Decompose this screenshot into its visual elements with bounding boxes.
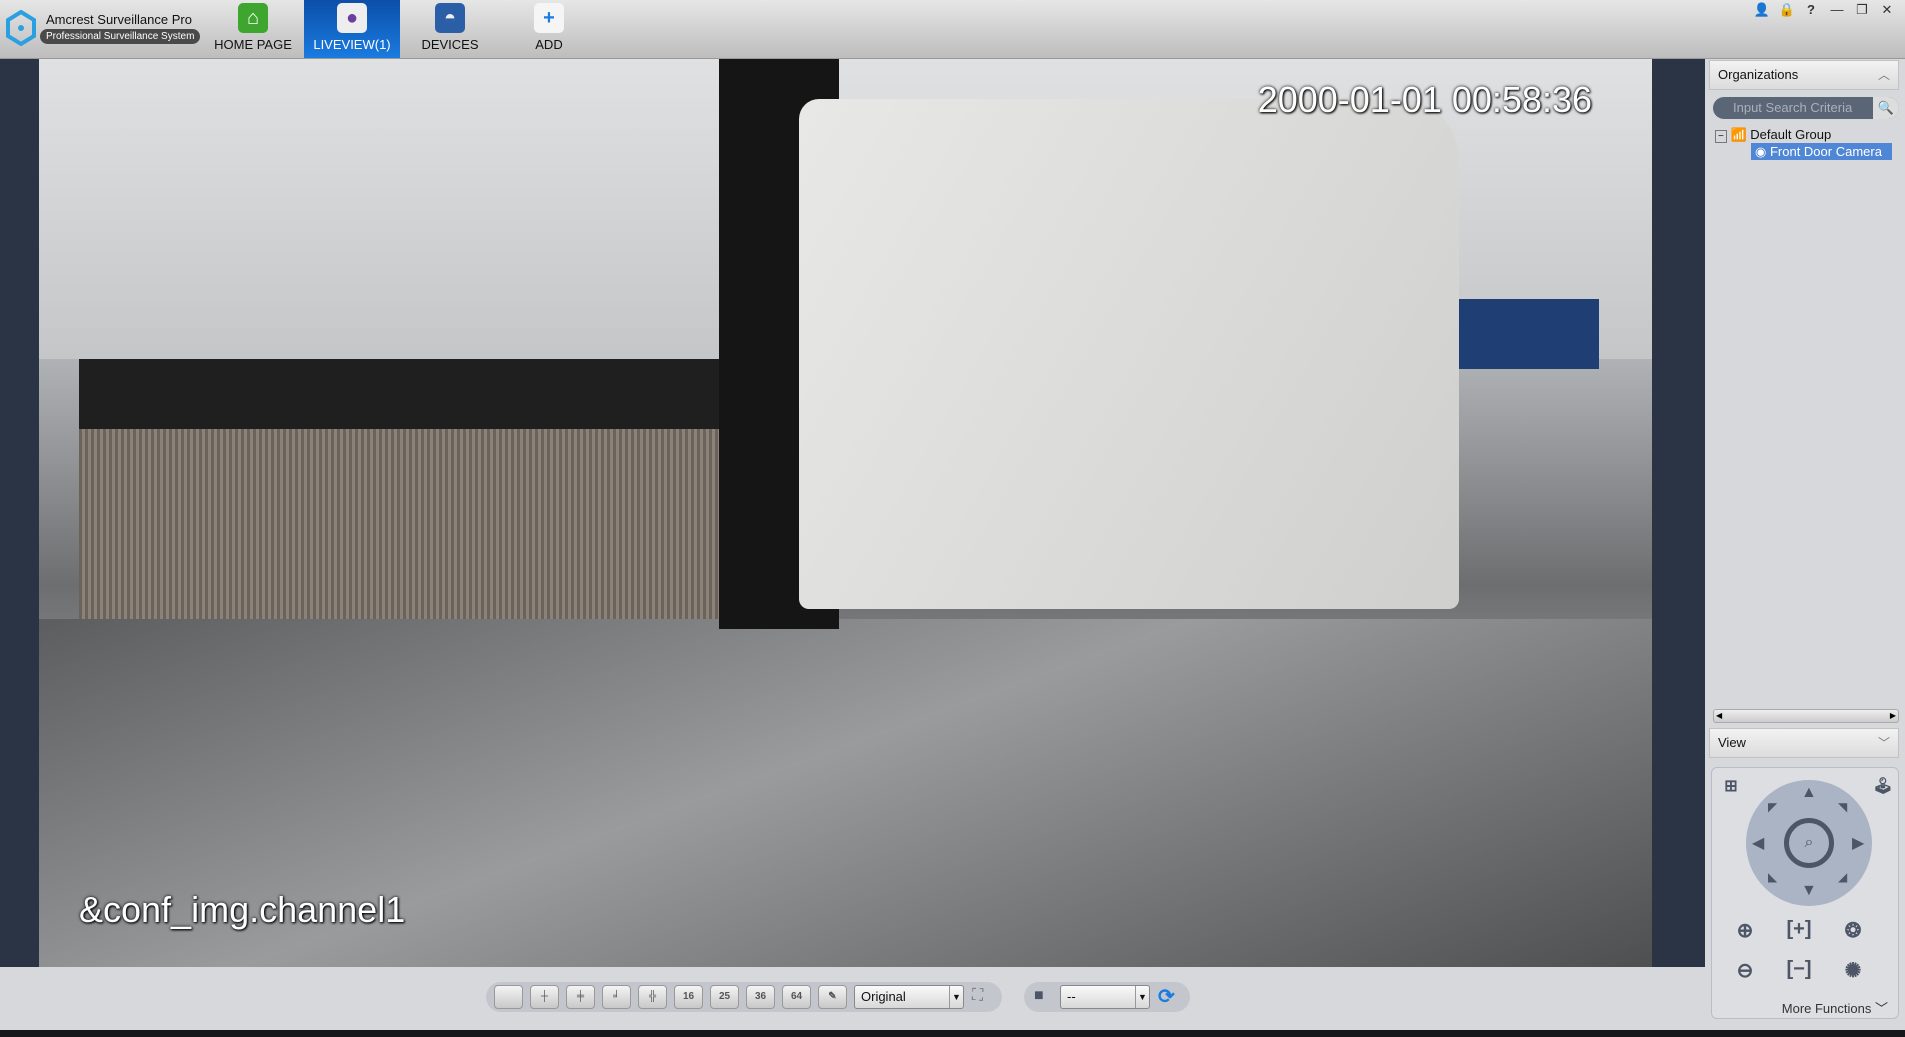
tab-liveview[interactable]: ● LIVEVIEW(1) — [304, 0, 400, 58]
chevron-down-icon: ﹀ — [1877, 736, 1890, 750]
title-bar: Amcrest Surveillance Pro Professional Su… — [0, 0, 1905, 59]
more-functions-button[interactable]: More Functions ﹀ — [1782, 998, 1888, 1017]
video-area: 2000-01-01 00:58:36 &conf_img.channel1 — [0, 59, 1705, 967]
tab-devices[interactable]: ◓ DEVICES — [402, 0, 498, 58]
save-view-icon[interactable]: ■ — [1034, 987, 1044, 1005]
joystick-icon[interactable]: 🕹 — [1870, 776, 1896, 796]
group-icon: 📶 — [1730, 127, 1747, 142]
layout-25-button[interactable]: 25 — [710, 985, 739, 1009]
video-timestamp: 2000-01-01 00:58:36 — [1257, 79, 1592, 120]
layout-1-button[interactable] — [494, 985, 523, 1009]
status-strip — [0, 1030, 1905, 1037]
user-icon[interactable]: 👤 — [1752, 2, 1772, 18]
layout-8-button[interactable]: ╛ — [602, 985, 631, 1009]
ptz-direction-pad: ▲ ▼ ◀ ▶ ◤ ◥ ◣ ◢ ⌕ — [1746, 780, 1872, 906]
ptz-control: ⊞ 🕹 ▲ ▼ ◀ ▶ ◤ ◥ ◣ ◢ ⌕ ⊕ [+] ❂ ⊖ [−] ✺ Mo… — [1711, 767, 1899, 1019]
camera-online-icon: ◉ — [1755, 144, 1767, 159]
pan-right-icon[interactable]: ▶ — [1852, 833, 1864, 853]
pan-down-icon[interactable]: ▼ — [1801, 882, 1817, 900]
dropdown-arrow-icon: ▼ — [949, 986, 963, 1008]
layout-4-button[interactable]: ┼ — [530, 985, 559, 1009]
layout-group: ┼ ╪ ╛ ╬ 16 25 36 64 ✎ Original ▼ ⛶ — [486, 982, 1002, 1012]
pan-up-left-icon[interactable]: ◤ — [1768, 800, 1777, 814]
bottom-toolbar: ┼ ╪ ╛ ╬ 16 25 36 64 ✎ Original ▼ ⛶ ■ -- ▼ … — [0, 967, 1705, 1030]
chevron-up-icon: ︿ — [1877, 68, 1890, 82]
search-input[interactable]: Input Search Criteria 🔍 — [1713, 97, 1899, 119]
tree-group-default[interactable]: − 📶 Default Group — [1715, 127, 1831, 143]
minimize-icon[interactable]: — — [1827, 2, 1847, 17]
layout-9-button[interactable]: ╬ — [638, 985, 667, 1009]
search-icon[interactable]: 🔍 — [1873, 97, 1899, 119]
fullscreen-icon[interactable]: ⛶ — [972, 987, 983, 1005]
live-video-feed[interactable]: 2000-01-01 00:58:36 &conf_img.channel1 — [39, 59, 1652, 967]
custom-layout-icon[interactable]: ✎ — [818, 985, 847, 1009]
saved-view-select[interactable]: -- ▼ — [1060, 985, 1150, 1009]
layout-36-button[interactable]: 36 — [746, 985, 775, 1009]
layout-switch-icon[interactable]: ⊞ — [1718, 776, 1744, 796]
amcrest-logo — [6, 10, 36, 46]
tab-home-page[interactable]: ⌂ HOME PAGE — [205, 0, 301, 58]
pan-down-right-icon[interactable]: ◢ — [1838, 870, 1847, 884]
dome-camera-icon: ◓ — [435, 3, 465, 33]
app-subtitle: Professional Surveillance System — [40, 29, 201, 44]
app-title: Amcrest Surveillance Pro — [46, 12, 192, 27]
printer — [799, 99, 1459, 609]
close-icon[interactable]: ✕ — [1877, 2, 1897, 18]
lock-icon[interactable]: 🔒 — [1777, 2, 1797, 18]
collapse-icon[interactable]: − — [1715, 130, 1727, 143]
tab-add[interactable]: + ADD — [501, 0, 597, 58]
pan-down-left-icon[interactable]: ◣ — [1768, 870, 1777, 884]
camera-lens-icon: ● — [337, 3, 367, 33]
layout-16-button[interactable]: 16 — [674, 985, 703, 1009]
iris-close-icon[interactable]: ✺ — [1840, 958, 1866, 983]
area-zoom-icon[interactable]: ⌕ — [1784, 818, 1834, 868]
aspect-ratio-select[interactable]: Original ▼ — [854, 985, 964, 1009]
pan-up-icon[interactable]: ▲ — [1801, 784, 1817, 802]
horizontal-scrollbar[interactable]: ◀ ▶ — [1713, 709, 1899, 723]
layout-6-button[interactable]: ╪ — [566, 985, 595, 1009]
plus-icon: + — [534, 3, 564, 33]
pan-left-icon[interactable]: ◀ — [1752, 833, 1764, 853]
view-header[interactable]: View ﹀ — [1709, 728, 1899, 758]
chevron-down-icon: ﹀ — [1874, 1001, 1888, 1016]
layout-64-button[interactable]: 64 — [782, 985, 811, 1009]
organizations-header[interactable]: Organizations ︿ — [1709, 60, 1899, 90]
tree-camera-front-door[interactable]: ◉ Front Door Camera — [1751, 143, 1892, 160]
focus-far-icon[interactable]: [−] — [1786, 958, 1812, 981]
tour-play-icon[interactable]: ⟳ — [1158, 984, 1175, 1009]
dropdown-arrow-icon: ▼ — [1135, 986, 1149, 1008]
restore-icon[interactable]: ❐ — [1852, 2, 1872, 18]
right-panel: Organizations ︿ Input Search Criteria 🔍 − … — [1705, 59, 1905, 1037]
help-icon[interactable]: ? — [1801, 2, 1821, 17]
iris-open-icon[interactable]: ❂ — [1840, 918, 1866, 943]
channel-label: &conf_img.channel1 — [79, 889, 406, 930]
zoom-out-icon[interactable]: ⊖ — [1732, 958, 1758, 983]
pan-up-right-icon[interactable]: ◥ — [1838, 800, 1847, 814]
home-icon: ⌂ — [238, 3, 268, 33]
focus-near-icon[interactable]: [+] — [1786, 918, 1812, 941]
view-save-group: ■ -- ▼ ⟳ — [1024, 982, 1190, 1012]
zoom-in-icon[interactable]: ⊕ — [1732, 918, 1758, 943]
